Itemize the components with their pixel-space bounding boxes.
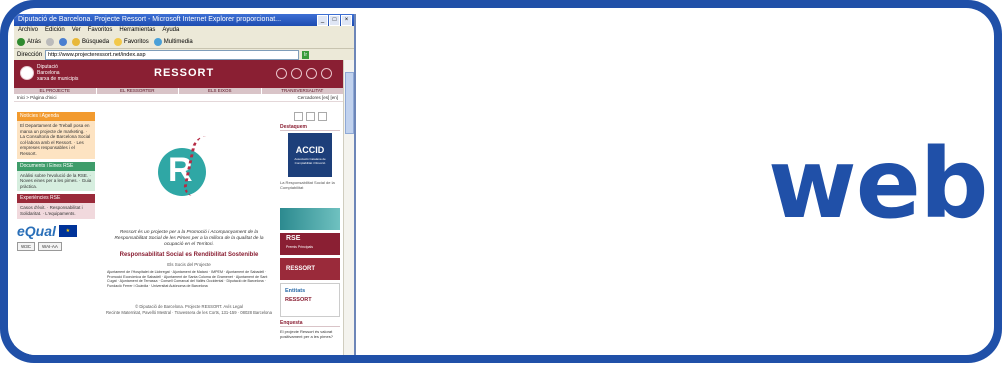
- go-button[interactable]: Ir: [302, 50, 310, 59]
- text-size-icon[interactable]: [317, 112, 327, 121]
- search-button[interactable]: Búsqueda: [72, 37, 109, 46]
- menu-item[interactable]: Archivo: [18, 26, 38, 35]
- web-heading: web: [768, 128, 989, 240]
- documents-box-title[interactable]: Documents i Eines RSE: [17, 161, 95, 171]
- favorites-button[interactable]: Favoritos: [114, 37, 149, 46]
- mail-icon[interactable]: [305, 112, 315, 121]
- site-footer: © Diputació de Barcelona. Projecte RESSO…: [104, 304, 274, 314]
- vertical-scrollbar[interactable]: [343, 60, 354, 355]
- nav-item[interactable]: EL RESSORTER: [97, 88, 179, 94]
- menu-item[interactable]: Favoritos: [88, 26, 113, 35]
- entitats-line2: RESSORT: [285, 297, 312, 303]
- menu-item[interactable]: Ver: [72, 26, 81, 35]
- window-titlebar: Diputació de Barcelona. Projecte Ressort…: [14, 14, 354, 26]
- ressort-logo[interactable]: RESSORT: [154, 67, 214, 79]
- equal-logo[interactable]: eQual ★: [17, 223, 95, 239]
- white-panel: Diputació de Barcelona. Projecte Ressort…: [8, 8, 994, 355]
- w3c-badge[interactable]: W3C: [17, 241, 35, 251]
- multimedia-button[interactable]: Multimedia: [153, 37, 193, 46]
- poll-box: Enquesta El projecte Ressort és valorat …: [280, 321, 340, 339]
- language-links[interactable]: Cercadores [es] [en]: [297, 94, 338, 101]
- accessibility-icon[interactable]: [276, 68, 287, 79]
- print-icon[interactable]: [293, 112, 303, 121]
- menu-item[interactable]: Ayuda: [162, 26, 179, 35]
- diputacio-logo[interactable]: Diputació Barcelona xarxa de municipis: [20, 64, 78, 82]
- equal-text: eQual: [17, 222, 56, 239]
- experiences-box-title[interactable]: Experiències RSE: [17, 194, 95, 204]
- back-arrow-icon: [17, 37, 25, 46]
- news-box-body[interactable]: El Departament de Treball posa en marxa …: [17, 121, 95, 159]
- tagline: Responsabilitat Social es Rendibilitat S…: [119, 252, 259, 258]
- rse-banner-title: RSE: [286, 235, 301, 242]
- star-icon: [114, 37, 123, 46]
- header-tools: [276, 68, 332, 79]
- home-icon[interactable]: [306, 68, 317, 79]
- ressort-r-logo-icon: R: [154, 136, 224, 206]
- news-box-title[interactable]: Notícies i Agenda: [17, 112, 95, 121]
- experiences-box-body[interactable]: Casos d'èxit. · Responsabilitat i Solida…: [17, 203, 95, 219]
- minimize-button[interactable]: _: [317, 15, 328, 26]
- diputacio-line3: xarxa de municipis: [37, 76, 79, 82]
- refresh-icon[interactable]: [59, 37, 68, 46]
- site-header: Diputació Barcelona xarxa de municipis R…: [14, 60, 344, 88]
- partners-heading: Els Socis del Projecte: [167, 262, 211, 267]
- nav-item[interactable]: ELS EIXOS: [179, 88, 262, 94]
- back-button[interactable]: Atrás: [17, 37, 41, 46]
- scrollbar-thumb[interactable]: [345, 72, 354, 134]
- documents-box: Documents i Eines RSE Anàlisi sobre l'ev…: [17, 161, 95, 192]
- breadcrumb: Inici > Pàgina d'inici Cercadores [es] […: [14, 94, 344, 102]
- news-box: Notícies i Agenda El Departament de Treb…: [17, 112, 95, 159]
- page-viewport: Diputació Barcelona xarxa de municipis R…: [14, 60, 344, 355]
- eu-flag-icon: ★: [58, 224, 77, 237]
- diputacio-emblem-icon: [20, 66, 34, 80]
- browser-toolbar: Atrás Búsqueda Favoritos Multimedia: [14, 35, 354, 49]
- accid-label: ACCID: [295, 145, 325, 155]
- breadcrumb-path[interactable]: Inici > Pàgina d'inici: [17, 94, 57, 101]
- menu-item[interactable]: Herramientas: [119, 26, 155, 35]
- teal-banner[interactable]: [280, 208, 340, 230]
- blue-frame: Diputació de Barcelona. Projecte Ressort…: [0, 0, 1002, 363]
- maximize-button[interactable]: □: [329, 15, 340, 26]
- rse-banner[interactable]: RSE Premis Principals: [280, 233, 340, 255]
- site-nav: EL PROJECTE EL RESSORTER ELS EIXOS TRANS…: [14, 88, 344, 94]
- ressort-banner[interactable]: RESSORT: [280, 258, 340, 280]
- forward-arrow-icon[interactable]: [46, 37, 55, 46]
- search-icon: [72, 37, 81, 46]
- wai-badge[interactable]: WAI-AA: [38, 241, 62, 251]
- accid-banner[interactable]: ACCID Associació Catalana de Comptabilit…: [288, 133, 332, 177]
- accid-subtitle: Associació Catalana de Comptabilitat i D…: [294, 157, 326, 165]
- documents-box-body[interactable]: Anàlisi sobre l'evolució de la RSE. · No…: [17, 170, 95, 192]
- close-button[interactable]: ×: [341, 15, 352, 26]
- right-tools: [280, 112, 340, 121]
- address-input[interactable]: http://www.projecteressort.net/index.asp: [45, 49, 300, 60]
- right-column: Destaquem ACCID Associació Catalana de C…: [280, 112, 340, 339]
- media-icon: [153, 37, 162, 46]
- left-column: Notícies i Agenda El Departament de Treb…: [17, 112, 95, 251]
- experiences-box: Experiències RSE Casos d'èxit. · Respons…: [17, 194, 95, 219]
- accid-note[interactable]: La Responsabilitat Social de la Comptabi…: [280, 180, 340, 190]
- main-content: R Ressort és un projecte per a la Promoc…: [104, 112, 274, 315]
- accessibility-badges: W3C WAI-AA: [17, 241, 95, 251]
- entitats-banner[interactable]: Entitats RESSORT: [280, 283, 340, 317]
- menu-bar: Archivo Edición Ver Favoritos Herramient…: [14, 26, 354, 35]
- poll-title: Enquesta: [280, 321, 340, 327]
- map-icon[interactable]: [321, 68, 332, 79]
- featured-title: Destaquem: [280, 124, 340, 131]
- menu-item[interactable]: Edición: [45, 26, 65, 35]
- footer-line2: Recinte Maternitat, Pavelló Mestral · Tr…: [106, 309, 272, 315]
- address-label: Dirección: [17, 51, 43, 58]
- entitats-line1: Entitats: [285, 288, 306, 294]
- search-icon[interactable]: [291, 68, 302, 79]
- intro-text: Ressort és un projecte per a la Promoció…: [114, 230, 264, 247]
- rse-banner-subtitle: Premis Principals: [286, 245, 314, 249]
- poll-question[interactable]: El projecte Ressort és valorat positivam…: [280, 329, 340, 339]
- browser-screenshot: Diputació de Barcelona. Projecte Ressort…: [14, 14, 356, 355]
- window-title: Diputació de Barcelona. Projecte Ressort…: [18, 16, 282, 23]
- partners-list: Ajuntament de l'Hospitalet de Llobregat …: [107, 270, 268, 288]
